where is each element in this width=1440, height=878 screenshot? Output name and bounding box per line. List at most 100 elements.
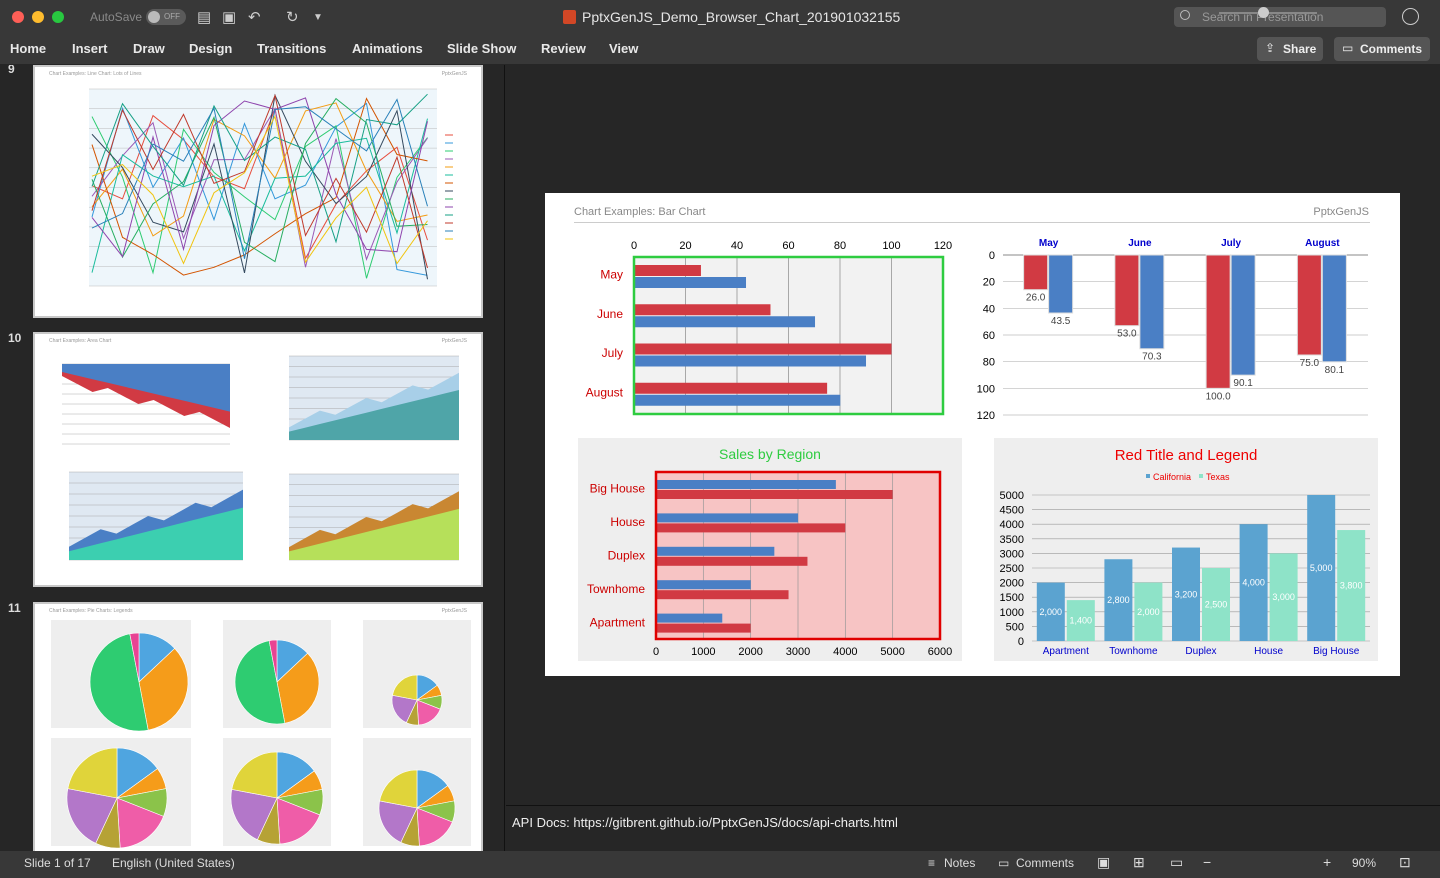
search-input[interactable]: Search in Presentation (1174, 7, 1386, 27)
legend-swatch (1199, 474, 1203, 478)
legend-swatch (1146, 474, 1150, 478)
customize-toolbar-icon[interactable]: ▼ (313, 12, 323, 23)
legend-label: Texas (1206, 472, 1230, 482)
category-label: July (602, 346, 623, 360)
thumbnail-brand: PptxGenJS (441, 608, 467, 614)
comment-icon: ▭ (1342, 41, 1354, 55)
tab-design[interactable]: Design (189, 41, 232, 56)
tick-label: 100 (882, 240, 900, 252)
tick-label: 2000 (738, 646, 762, 658)
category-label: August (1305, 238, 1340, 249)
document-title: PptxGenJS_Demo_Browser_Chart_20190103215… (582, 9, 901, 25)
data-label: 90.1 (1233, 378, 1253, 389)
tick-label: 3500 (1000, 534, 1024, 546)
zoom-slider-handle[interactable] (1258, 7, 1269, 18)
tab-home[interactable]: Home (10, 41, 46, 56)
feedback-smiley-icon[interactable] (1402, 8, 1419, 25)
slide-thumbnail-11[interactable]: Chart Examples: Pie Charts: Legends Pptx… (33, 602, 483, 851)
category-label: Duplex (1185, 646, 1216, 657)
data-label: 3,800 (1340, 581, 1363, 591)
bar (656, 480, 836, 489)
bar (656, 613, 723, 623)
chart-title: Red Title and Legend (1115, 447, 1258, 464)
sidebar-toggle-icon[interactable]: ▤ (197, 8, 211, 26)
reading-view-icon[interactable]: ▭ (1170, 854, 1183, 871)
share-label: Share (1283, 42, 1317, 56)
slide-number: 11 (8, 601, 21, 615)
bar (1296, 254, 1322, 356)
tick-label: 20 (983, 277, 995, 289)
undo-icon[interactable]: ↶ (248, 8, 261, 26)
data-label: 100.0 (1206, 391, 1231, 402)
zoom-window-button[interactable] (52, 11, 64, 23)
language-indicator[interactable]: English (United States) (112, 856, 235, 870)
category-label: Apartment (590, 615, 646, 629)
category-label: Big House (1313, 646, 1360, 657)
status-bar: Slide 1 of 17 English (United States) ≡ … (0, 851, 1440, 878)
tick-label: 500 (1006, 621, 1024, 633)
pie-chart-thumbnail (51, 620, 471, 849)
data-label: 75.0 (1300, 358, 1320, 369)
tab-review[interactable]: Review (541, 41, 586, 56)
zoom-out-icon[interactable]: − (1203, 854, 1211, 870)
tab-transitions[interactable]: Transitions (257, 41, 326, 56)
tick-label: 4000 (833, 646, 857, 658)
slide-thumbnail-pane[interactable]: 9 Chart Examples: Line Chart: Lots of Li… (0, 65, 505, 851)
comments-toggle-button[interactable]: Comments (1016, 856, 1074, 870)
autosave-label: AutoSave (90, 10, 143, 24)
zoom-level[interactable]: 90% (1352, 856, 1376, 870)
tick-label: 3000 (1000, 548, 1024, 560)
data-label: 80.1 (1325, 365, 1345, 376)
zoom-in-icon[interactable]: + (1323, 854, 1331, 870)
bar (656, 490, 893, 499)
slide-sorter-icon[interactable]: ⊞ (1133, 854, 1145, 871)
bar (634, 316, 816, 328)
bar (634, 277, 747, 288)
category-label: Big House (590, 482, 646, 496)
category-label: Apartment (1043, 646, 1089, 657)
bar (634, 265, 701, 276)
tab-animations[interactable]: Animations (352, 41, 423, 56)
data-label: 4,000 (1242, 578, 1265, 588)
bar-charts-canvas: 0 20 40 60 80 100 120 May June July August 0 20 40 60 8… (578, 238, 1378, 661)
bar (656, 580, 751, 590)
category-label: Townhome (587, 582, 645, 596)
category-label: House (610, 515, 645, 529)
redo-icon[interactable]: ↻ (286, 8, 299, 26)
bar (1114, 254, 1140, 327)
data-label: 1,400 (1070, 616, 1093, 626)
category-label: Duplex (608, 549, 645, 563)
save-icon[interactable]: ▣ (222, 8, 236, 26)
bar (634, 355, 867, 367)
slide-thumbnail-9[interactable]: Chart Examples: Line Chart: Lots of Line… (33, 65, 483, 318)
slide-counter: Slide 1 of 17 (24, 856, 91, 870)
tab-view[interactable]: View (609, 41, 638, 56)
notes-icon: ≡ (928, 856, 936, 870)
normal-view-icon[interactable]: ▣ (1097, 854, 1110, 871)
current-slide[interactable]: Chart Examples: Bar Chart PptxGenJS 0 20 4… (545, 193, 1400, 676)
data-label: 5,000 (1310, 563, 1333, 573)
category-label: May (1039, 238, 1059, 249)
minimize-window-button[interactable] (32, 11, 44, 23)
bar (634, 394, 841, 406)
tick-label: 60 (782, 240, 794, 252)
notes-text[interactable]: API Docs: https://gitbrent.github.io/Ppt… (512, 815, 898, 830)
tab-slide-show[interactable]: Slide Show (447, 41, 516, 56)
area-chart-thumbnail (62, 355, 459, 561)
autosave-toggle[interactable]: OFF (146, 9, 186, 25)
thumbnail-brand: PptxGenJS (441, 338, 467, 344)
category-label: May (600, 268, 623, 282)
slide-thumbnail-10[interactable]: Chart Examples: Area Chart PptxGenJS (33, 332, 483, 587)
data-label: 2,000 (1137, 607, 1160, 617)
slide-number: 9 (8, 65, 15, 76)
tab-draw[interactable]: Draw (133, 41, 165, 56)
tick-label: 120 (934, 240, 952, 252)
tick-label: 80 (983, 357, 995, 369)
tab-insert[interactable]: Insert (72, 41, 107, 56)
close-window-button[interactable] (12, 11, 24, 23)
tick-label: 0 (631, 240, 637, 252)
fit-slide-icon[interactable]: ⊡ (1399, 854, 1411, 871)
notes-toggle-button[interactable]: Notes (944, 856, 975, 870)
share-icon: ⇪ (1265, 41, 1276, 55)
bar (1321, 254, 1347, 363)
